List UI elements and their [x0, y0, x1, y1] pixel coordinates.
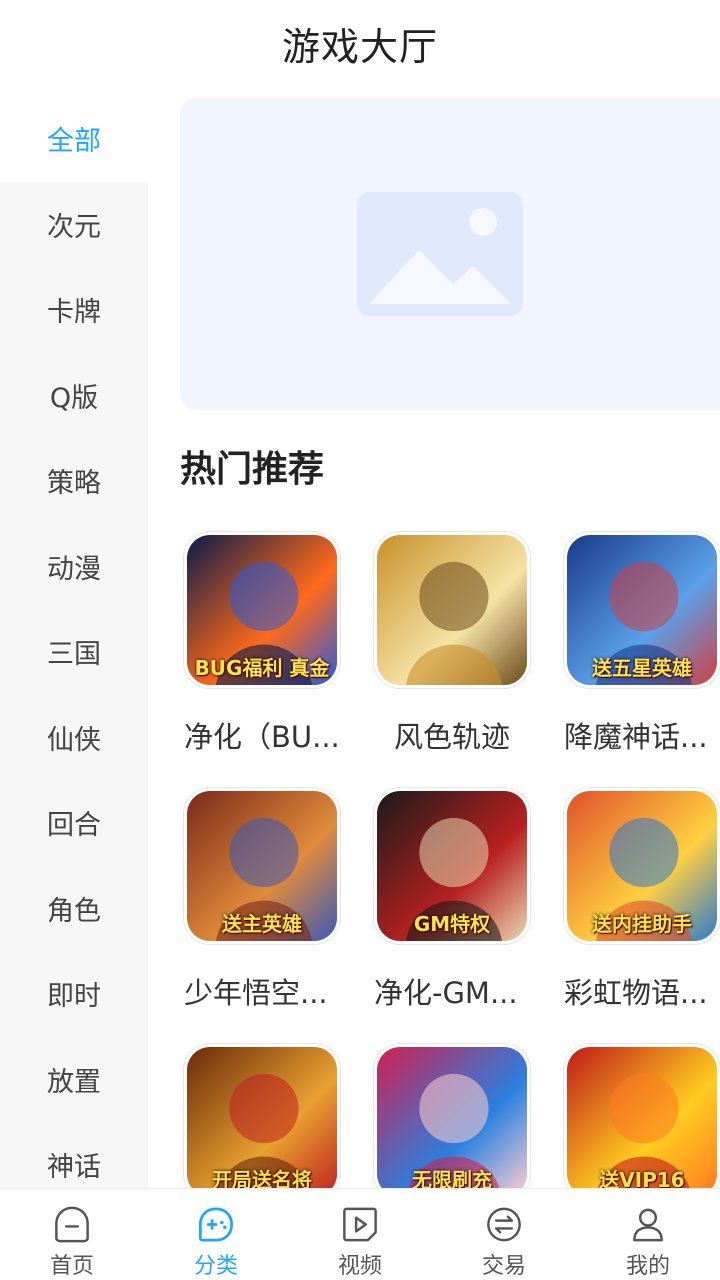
game-card[interactable]: 送VIP16: [564, 1044, 720, 1200]
sidebar-item-three-kingdoms[interactable]: 三国: [0, 609, 148, 695]
sidebar-item-label: 神话: [47, 1152, 101, 1184]
sidebar-item-label: 动漫: [47, 553, 101, 585]
tab-trade[interactable]: 交易: [432, 1189, 576, 1280]
sidebar-item-label: 放置: [47, 1066, 101, 1098]
sidebar-item-label: 策略: [47, 468, 101, 500]
sidebar-item-ciyuan[interactable]: 次元: [0, 182, 148, 268]
game-name: 净化-GM...: [374, 976, 518, 1010]
video-icon: [343, 1207, 377, 1242]
sidebar-item-label: 角色: [47, 895, 101, 927]
sidebar-item-card[interactable]: 卡牌: [0, 267, 148, 353]
sidebar-item-label: 三国: [47, 639, 101, 671]
page-title: 游戏大厅: [281, 24, 438, 69]
game-artwork: [377, 535, 527, 685]
game-card[interactable]: 风色轨迹: [374, 532, 544, 756]
tab-profile[interactable]: 我的: [576, 1189, 720, 1280]
game-badge: 送五星英雄: [592, 656, 692, 680]
game-icon[interactable]: [374, 532, 530, 688]
game-icon[interactable]: 送VIP16: [564, 1044, 720, 1200]
game-card[interactable]: 送主英雄少年悟空...: [184, 788, 354, 1012]
trade-icon: [487, 1207, 521, 1242]
game-icon[interactable]: 送五星英雄: [564, 532, 720, 688]
tab-video[interactable]: 视频: [288, 1189, 432, 1280]
game-card[interactable]: GM特权净化-GM...: [374, 788, 544, 1012]
tab-home[interactable]: 首页: [0, 1189, 144, 1280]
home-icon: [55, 1206, 89, 1243]
game-name: 彩虹物语...: [564, 976, 708, 1010]
game-hall-page: 游戏大厅 全部 次元 卡牌 Q版 策略 动漫 三国 仙侠 回合 角色 即时 放置…: [0, 0, 720, 1280]
game-name: 净化（BU...: [184, 720, 340, 754]
tab-label: 我的: [625, 1254, 670, 1279]
tab-category[interactable]: 分类: [144, 1189, 288, 1280]
sidebar-item-xianxia[interactable]: 仙侠: [0, 695, 148, 781]
game-card[interactable]: BUG福利 真金净化（BU...: [184, 532, 354, 756]
sidebar-item-myth[interactable]: 神话: [0, 1122, 148, 1188]
game-icon[interactable]: BUG福利 真金: [184, 532, 340, 688]
sidebar-item-strategy[interactable]: 策略: [0, 438, 148, 524]
game-name: 少年悟空...: [184, 976, 328, 1010]
bottom-tab-bar: 首页 分类 视频 交易 我的: [0, 1188, 720, 1280]
game-name: 风色轨迹: [393, 720, 510, 754]
game-card[interactable]: 无限刷充: [374, 1044, 544, 1200]
game-icon[interactable]: 送内挂助手: [564, 788, 720, 944]
game-name: 降魔神话...: [564, 720, 708, 754]
tab-label: 交易: [481, 1254, 526, 1279]
game-icon[interactable]: GM特权: [374, 788, 530, 944]
sidebar-item-q-style[interactable]: Q版: [0, 353, 148, 439]
game-card[interactable]: 开局送名将: [184, 1044, 354, 1200]
tab-label: 首页: [49, 1254, 94, 1279]
game-badge: 送主英雄: [222, 912, 302, 936]
tab-label: 分类: [193, 1254, 238, 1279]
game-card[interactable]: 送五星英雄降魔神话...: [564, 532, 720, 756]
sidebar-item-label: 回合: [47, 810, 101, 842]
header: 游戏大厅: [0, 0, 720, 86]
section-title: 热门推荐: [180, 449, 325, 490]
sidebar-item-label: 全部: [47, 126, 101, 158]
game-badge: BUG福利 真金: [194, 656, 330, 680]
profile-icon: [633, 1208, 663, 1242]
sidebar-item-label: 即时: [47, 981, 101, 1013]
sidebar-item-all[interactable]: 全部: [0, 96, 148, 182]
game-badge: 送内挂助手: [592, 912, 692, 936]
sidebar-item-turn-based[interactable]: 回合: [0, 780, 148, 866]
category-sidebar[interactable]: 全部 次元 卡牌 Q版 策略 动漫 三国 仙侠 回合 角色 即时 放置 神话: [0, 96, 148, 1188]
sidebar-item-realtime[interactable]: 即时: [0, 951, 148, 1037]
sidebar-item-label: 次元: [47, 211, 101, 243]
game-icon[interactable]: 无限刷充: [374, 1044, 530, 1200]
sidebar-item-idle[interactable]: 放置: [0, 1037, 148, 1123]
category-icon: [198, 1207, 234, 1242]
game-card[interactable]: 送内挂助手彩虹物语...: [564, 788, 720, 1012]
sidebar-item-anime[interactable]: 动漫: [0, 524, 148, 610]
sidebar-item-rpg[interactable]: 角色: [0, 866, 148, 952]
tab-label: 视频: [337, 1254, 382, 1279]
image-placeholder-icon: [357, 192, 523, 316]
sidebar-item-label: 卡牌: [47, 297, 101, 329]
game-icon[interactable]: 开局送名将: [184, 1044, 340, 1200]
banner[interactable]: [180, 98, 720, 410]
game-badge: GM特权: [413, 912, 491, 936]
sidebar-item-label: Q版: [49, 382, 99, 414]
game-icon[interactable]: 送主英雄: [184, 788, 340, 944]
sidebar-item-label: 仙侠: [47, 724, 101, 756]
